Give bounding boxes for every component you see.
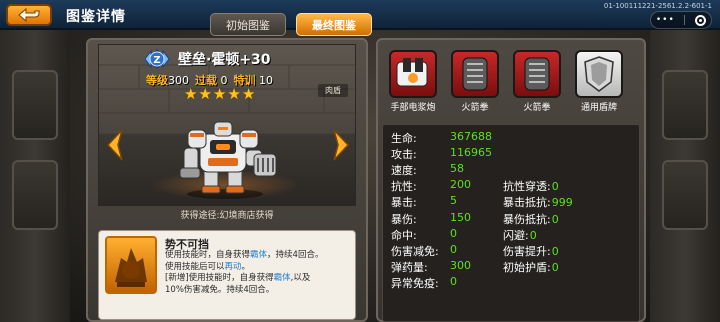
stat-value: 300 xyxy=(450,258,471,272)
left-stat-row: 生命: 367688 xyxy=(391,130,492,146)
skill-description: 使用技能时，自身获得霸体，持续4回合。 使用技能后可以再动。 [新增]使用技能时… xyxy=(165,250,324,295)
right-stat-row: 抗性穿透:0 xyxy=(503,178,559,194)
left-stat-row: 攻击: 116965 xyxy=(391,146,492,162)
tab-final-codex[interactable]: 最终图鉴 xyxy=(296,13,372,36)
star-icon: ★ xyxy=(227,85,241,103)
equipment-slot-rocket-fist[interactable]: 火箭拳 xyxy=(446,46,504,118)
stat-value: 58 xyxy=(450,162,464,176)
stat-value: 5 xyxy=(450,194,457,208)
left-stat-row: 异常免疫: 0 xyxy=(391,275,457,291)
stat-value: 0 xyxy=(551,212,559,226)
chevron-left-icon xyxy=(106,129,123,161)
right-stat-row: 伤害提升:0 xyxy=(503,243,559,259)
stat-value: 999 xyxy=(551,196,573,210)
stat-value: 0 xyxy=(529,228,537,242)
plasma-cannon-icon xyxy=(396,58,428,87)
unstoppable-skill-icon xyxy=(115,248,147,287)
training-value: 10 xyxy=(259,74,273,87)
tab-initial-codex[interactable]: 初始图鉴 xyxy=(210,13,286,36)
prev-hero-arrow[interactable] xyxy=(104,128,126,162)
left-stat-row: 暴击: 5 xyxy=(391,194,457,210)
stat-value: 0 xyxy=(551,180,559,194)
stat-label: 暴击: xyxy=(391,196,417,210)
acquire-source-text: 获得途径:幻境商店获得 xyxy=(180,210,274,221)
left-stat-row: 伤害减免: 0 xyxy=(391,243,457,259)
stat-value: 150 xyxy=(450,210,471,224)
stat-label: 暴击抵抗: xyxy=(503,196,551,210)
stat-value: 0 xyxy=(450,226,457,240)
stat-label: 抗性穿透: xyxy=(503,180,551,194)
rank-letter: Z xyxy=(153,55,160,66)
right-stat-row: 暴击抵抗:999 xyxy=(503,194,573,210)
stat-label: 速度: xyxy=(391,164,417,178)
stat-label: 伤害减免: xyxy=(391,244,439,258)
chevron-right-icon xyxy=(333,129,350,161)
stat-label: 暴伤: xyxy=(391,212,417,226)
stat-value: 367688 xyxy=(450,130,492,143)
stat-label: 命中: xyxy=(391,228,417,242)
stat-value: 0 xyxy=(450,274,457,288)
rank-badge: Z xyxy=(143,48,171,70)
page-title: 图鉴详情 xyxy=(66,9,126,25)
right-stat-row: 闪避:0 xyxy=(503,227,537,243)
stat-value: 116965 xyxy=(450,146,492,160)
stat-label: 暴伤抵抗: xyxy=(503,212,551,226)
hero-mech-portrait xyxy=(170,110,280,200)
level-label: 等级 xyxy=(146,74,168,87)
star-icon: ★ xyxy=(212,85,227,103)
stat-label: 弹药量: xyxy=(391,260,428,274)
equipment-slot-shield[interactable]: 通用盾牌 xyxy=(570,46,628,118)
stat-value: 0 xyxy=(551,244,559,258)
stat-label: 生命: xyxy=(391,132,417,145)
close-target-icon[interactable] xyxy=(695,14,707,26)
skill-icon[interactable] xyxy=(105,236,157,294)
equipment-slot-plasma-cannon[interactable]: 手部电浆炮 xyxy=(384,46,442,118)
left-stat-row: 抗性: 200 xyxy=(391,178,471,194)
stat-value: 0 xyxy=(551,260,559,274)
left-stat-row: 命中: 0 xyxy=(391,227,457,243)
star-icon: ★ xyxy=(184,85,198,103)
star-rating: ★ ★ ★ ★ ★ xyxy=(184,87,255,102)
back-button[interactable] xyxy=(6,4,52,26)
right-stat-row: 暴伤抵抗:0 xyxy=(503,211,559,227)
left-stat-row: 暴伤: 150 xyxy=(391,211,471,227)
miniapp-capsule: ••• xyxy=(650,11,712,29)
stat-value: 200 xyxy=(450,178,471,192)
shield-icon xyxy=(584,56,614,92)
stat-label: 攻击: xyxy=(391,148,417,162)
stat-label: 伤害提升: xyxy=(503,244,551,258)
next-hero-arrow[interactable] xyxy=(330,128,352,162)
star-icon: ★ xyxy=(198,85,212,103)
right-rail-decoration xyxy=(650,0,720,322)
left-rail-decoration xyxy=(0,0,70,322)
faction-tag: 肉盾 xyxy=(318,84,348,97)
stat-label: 初始护盾: xyxy=(503,260,551,274)
version-text: 01-100111221-2561.2.2-601-1 xyxy=(603,2,712,10)
back-arrow-icon xyxy=(18,8,40,22)
equipment-slot-rocket-fist-2[interactable]: 火箭拳 xyxy=(508,46,566,118)
hero-name: 壁垒·霍顿+30 xyxy=(178,52,271,68)
stat-value: 0 xyxy=(450,242,457,256)
left-stat-row: 弹药量: 300 xyxy=(391,259,471,275)
stat-label: 抗性: xyxy=(391,180,417,194)
more-icon[interactable]: ••• xyxy=(656,15,675,25)
stat-label: 异常免疫: xyxy=(391,276,439,290)
rocket-fist-icon xyxy=(524,57,550,91)
right-stat-row: 初始护盾:0 xyxy=(503,259,559,275)
rocket-fist-icon xyxy=(462,57,488,91)
star-icon: ★ xyxy=(241,85,256,103)
stat-label: 闪避: xyxy=(503,228,529,242)
rank-z-icon: Z xyxy=(144,48,170,70)
left-stat-row: 速度: 58 xyxy=(391,162,464,178)
